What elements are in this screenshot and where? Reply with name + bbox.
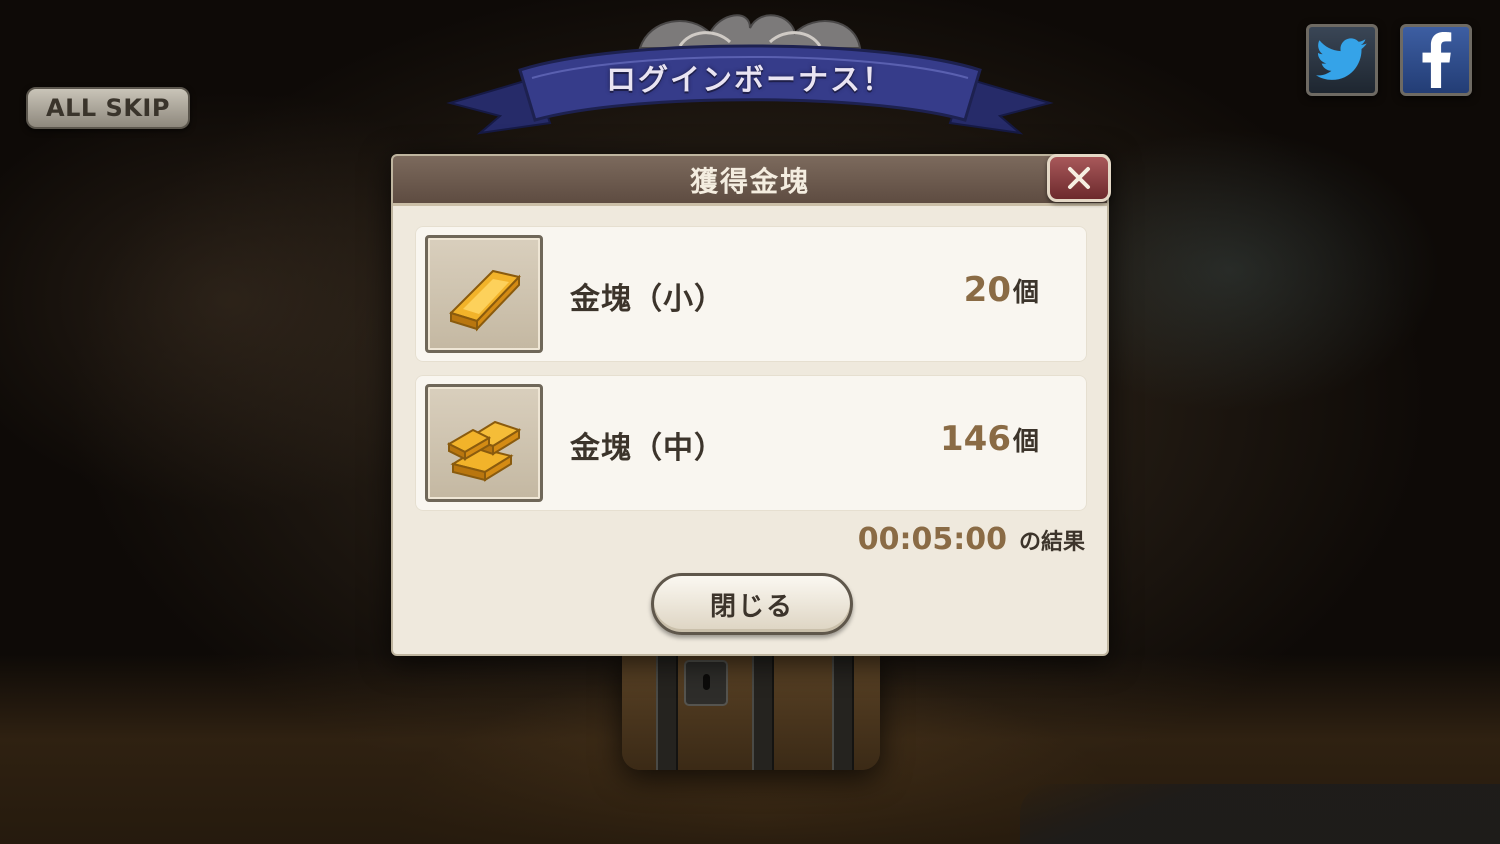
item-name: 金塊（小）: [570, 282, 725, 317]
login-bonus-banner: ログインボーナス！: [440, 8, 1060, 138]
close-x-icon: [1068, 167, 1090, 189]
dialog-close-button[interactable]: [1047, 154, 1111, 202]
gold-bar-stack-icon: [425, 384, 543, 502]
treasure-chest: [622, 650, 880, 770]
gold-bar-single-icon: [425, 235, 543, 353]
twitter-share-button[interactable]: [1306, 24, 1378, 96]
all-skip-button[interactable]: ALL SKIP: [26, 87, 190, 129]
facebook-share-button[interactable]: [1400, 24, 1472, 96]
item-name: 金塊（中）: [570, 431, 725, 466]
close-button[interactable]: 閉じる: [651, 573, 853, 635]
reward-item-row: 金塊（小） 20 個: [415, 226, 1087, 362]
quantity-value: 146: [940, 419, 1011, 459]
chest-lock-icon: [684, 660, 728, 706]
chest-band: [656, 650, 678, 770]
item-quantity: 20 個: [964, 270, 1039, 310]
elapsed-time-line: 00:05:00 の結果: [858, 522, 1085, 557]
elapsed-time-suffix: の結果: [1018, 530, 1085, 555]
dialog-header: 獲得金塊: [393, 156, 1107, 206]
quantity-unit: 個: [1012, 278, 1039, 308]
banner-title: ログインボーナス！: [606, 63, 894, 98]
reward-dialog: 獲得金塊 金塊（小） 20 個 金塊（中） 146 個 00:05:00 の結果…: [391, 154, 1111, 656]
elapsed-time-value: 00:05:00: [857, 522, 1007, 557]
quantity-value: 20: [963, 270, 1011, 310]
facebook-f-icon: [1422, 32, 1452, 88]
chest-band: [832, 650, 854, 770]
floor-shadow: [1020, 784, 1500, 844]
chest-band: [752, 650, 774, 770]
quantity-unit: 個: [1012, 427, 1039, 457]
twitter-bird-icon: [1316, 38, 1367, 80]
item-quantity: 146 個: [940, 419, 1039, 459]
dialog-title: 獲得金塊: [689, 164, 810, 198]
reward-item-row: 金塊（中） 146 個: [415, 375, 1087, 511]
